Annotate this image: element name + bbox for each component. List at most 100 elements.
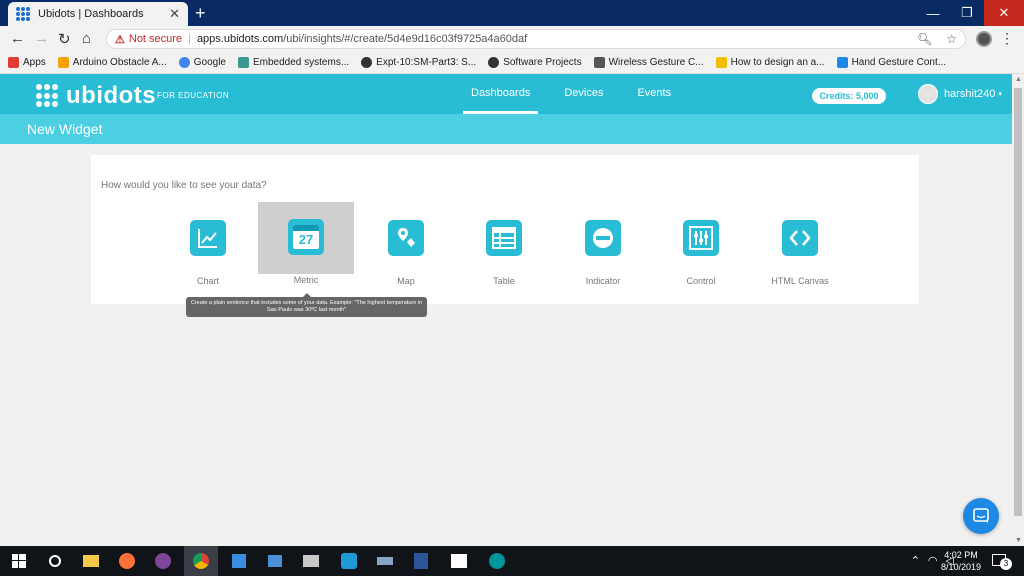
chat-support-button[interactable] bbox=[963, 498, 999, 534]
widget-option-metric[interactable]: 27 Metric bbox=[258, 202, 354, 285]
app-header: ubidots FOR EDUCATION Dashboards Devices… bbox=[0, 74, 1012, 114]
widget-question: How would you like to see your data? bbox=[101, 180, 267, 191]
ubidots-logo[interactable]: ubidots bbox=[36, 82, 156, 110]
widget-type-card: How would you like to see your data? Cha… bbox=[91, 155, 919, 304]
zoom-icon[interactable]: 🔍︎ bbox=[917, 32, 932, 46]
minimize-button[interactable]: — bbox=[916, 0, 950, 26]
bookmark-apps[interactable]: Apps bbox=[8, 57, 46, 68]
app-icon[interactable] bbox=[228, 550, 250, 572]
logo-dots-icon bbox=[36, 84, 60, 108]
bookmark-favicon-icon bbox=[238, 57, 249, 68]
sliders-icon bbox=[683, 220, 719, 256]
bookmark-item[interactable]: How to design an a... bbox=[715, 57, 825, 68]
new-tab-button[interactable]: + bbox=[195, 3, 206, 24]
page-scrollbar[interactable]: ▲ ▼ bbox=[1012, 74, 1024, 546]
widget-option-chart[interactable]: Chart bbox=[160, 203, 256, 286]
url-host: apps.ubidots.com bbox=[196, 33, 284, 45]
bookmark-item[interactable]: Software Projects bbox=[488, 57, 582, 68]
calendar-day: 27 bbox=[298, 232, 314, 247]
firefox-icon[interactable] bbox=[116, 550, 138, 572]
globe-icon bbox=[488, 57, 500, 68]
user-menu[interactable]: harshit240 ▾ bbox=[918, 84, 1002, 104]
notification-count: 3 bbox=[1000, 558, 1012, 570]
nav-events[interactable]: Events bbox=[629, 74, 679, 114]
tab-close-icon[interactable]: ✕ bbox=[169, 6, 180, 22]
image-app-icon[interactable] bbox=[300, 550, 322, 572]
file-explorer-icon[interactable] bbox=[80, 550, 102, 572]
credits-badge[interactable]: Credits: 5,000 bbox=[812, 88, 886, 104]
bookmarks-bar: Apps Arduino Obstacle A... Google Embedd… bbox=[0, 52, 1024, 74]
home-icon[interactable]: ⌂ bbox=[82, 30, 91, 47]
photos-icon[interactable] bbox=[448, 550, 470, 572]
username: harshit240 bbox=[944, 88, 996, 100]
back-arrow-icon[interactable]: ← bbox=[10, 30, 25, 47]
table-icon bbox=[486, 220, 522, 256]
bookmark-star-icon[interactable]: ☆ bbox=[946, 32, 957, 46]
bookmark-favicon-icon bbox=[57, 57, 69, 68]
page-title: New Widget bbox=[27, 121, 103, 137]
globe-icon bbox=[361, 57, 373, 68]
address-bar[interactable]: ⚠ Not secure | apps.ubidots.com /ubi/ins… bbox=[106, 29, 966, 49]
search-circle-icon[interactable] bbox=[44, 550, 66, 572]
url-path: /ubi/insights/#/create/5d4e9d16c03f9725a… bbox=[283, 33, 528, 45]
word-icon[interactable] bbox=[410, 550, 432, 572]
extension-icon[interactable] bbox=[976, 31, 992, 47]
tor-browser-icon[interactable] bbox=[152, 550, 174, 572]
chat-bubble-icon bbox=[973, 508, 989, 523]
chrome-icon[interactable] bbox=[184, 546, 218, 576]
bookmark-item[interactable]: Wireless Gesture C... bbox=[593, 57, 704, 68]
browser-title-bar: Ubidots | Dashboards ✕ + — ❐ ✕ bbox=[0, 0, 1024, 26]
indicator-icon bbox=[585, 220, 621, 256]
code-icon bbox=[782, 220, 818, 256]
app-icon[interactable] bbox=[338, 550, 360, 572]
bookmark-item[interactable]: Expt-10:SM-Part3: S... bbox=[361, 57, 476, 68]
maximize-button[interactable]: ❐ bbox=[950, 0, 984, 26]
bookmark-item[interactable]: Hand Gesture Cont... bbox=[836, 57, 946, 68]
chevron-up-icon[interactable]: ⌃ bbox=[911, 554, 920, 567]
bookmark-favicon-icon bbox=[715, 57, 727, 68]
nav-devices[interactable]: Devices bbox=[556, 74, 611, 114]
avatar bbox=[918, 84, 938, 104]
apps-grid-icon bbox=[8, 57, 19, 68]
scroll-up-icon[interactable]: ▲ bbox=[1015, 76, 1022, 83]
app-icon[interactable] bbox=[374, 550, 396, 572]
security-label[interactable]: Not secure bbox=[129, 33, 182, 45]
chevron-down-icon: ▾ bbox=[998, 91, 1002, 98]
widget-option-table[interactable]: Table bbox=[456, 203, 552, 286]
widget-option-control[interactable]: Control bbox=[653, 203, 749, 286]
arduino-icon[interactable] bbox=[486, 550, 508, 572]
page-header: New Widget bbox=[0, 114, 1012, 144]
taskbar-clock[interactable]: 4:02 PM 8/10/2019 bbox=[940, 549, 982, 573]
map-pin-icon bbox=[388, 220, 424, 256]
separator: | bbox=[188, 33, 191, 45]
calendar-icon: 27 bbox=[288, 219, 324, 255]
network-app-icon[interactable] bbox=[264, 550, 286, 572]
scroll-down-icon[interactable]: ▼ bbox=[1015, 537, 1022, 544]
edition-label: FOR EDUCATION bbox=[157, 91, 230, 100]
widget-option-indicator[interactable]: Indicator bbox=[555, 203, 651, 286]
browser-toolbar: ← → ↻ ⌂ ⚠ Not secure | apps.ubidots.com … bbox=[0, 26, 1024, 52]
browser-tab[interactable]: Ubidots | Dashboards ✕ bbox=[8, 2, 188, 26]
clock-date: 8/10/2019 bbox=[940, 562, 982, 572]
scrollbar-thumb[interactable] bbox=[1014, 88, 1022, 516]
wifi-icon[interactable]: ◠ bbox=[928, 554, 938, 567]
bookmark-favicon-icon bbox=[593, 57, 605, 68]
close-window-button[interactable]: ✕ bbox=[984, 0, 1024, 26]
widget-option-html-canvas[interactable]: HTML Canvas bbox=[752, 203, 848, 286]
bookmark-favicon-icon bbox=[836, 57, 848, 68]
tab-title: Ubidots | Dashboards bbox=[38, 8, 144, 20]
main-nav: Dashboards Devices Events bbox=[463, 74, 697, 114]
browser-menu-icon[interactable]: ⋮ bbox=[1000, 30, 1014, 47]
bookmark-item[interactable]: Arduino Obstacle A... bbox=[57, 57, 167, 68]
reload-icon[interactable]: ↻ bbox=[58, 30, 71, 48]
bookmark-item[interactable]: Embedded systems... bbox=[238, 57, 349, 68]
widget-option-map[interactable]: Map bbox=[358, 203, 454, 286]
bookmark-item[interactable]: Google bbox=[178, 57, 226, 68]
google-icon bbox=[178, 57, 190, 68]
forward-arrow-icon[interactable]: → bbox=[34, 30, 49, 47]
nav-dashboards[interactable]: Dashboards bbox=[463, 74, 539, 114]
metric-tooltip: Create a plain sentence that includes so… bbox=[186, 293, 427, 317]
line-chart-icon bbox=[190, 220, 226, 256]
window-controls: — ❐ ✕ bbox=[916, 0, 1024, 26]
windows-start-icon[interactable] bbox=[8, 550, 30, 572]
